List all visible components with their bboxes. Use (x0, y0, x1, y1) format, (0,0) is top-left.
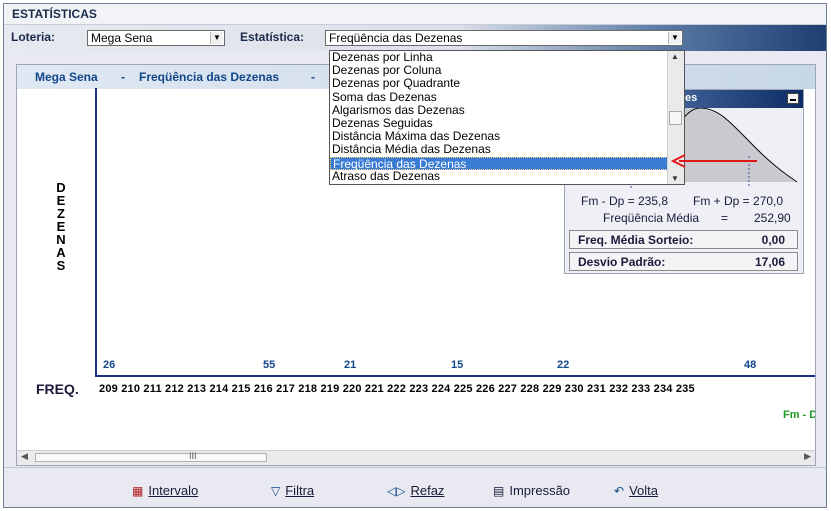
chevron-down-icon[interactable]: ▼ (210, 32, 223, 44)
window-title: ESTATÍSTICAS (12, 7, 97, 21)
scroll-right-icon[interactable]: ▶ (804, 451, 811, 462)
gauss-panel-title: es (685, 92, 698, 104)
minimize-icon[interactable] (787, 93, 799, 104)
impressao-button-label: Impressão (509, 483, 571, 498)
refaz-button[interactable]: ◁▷ Refaz (387, 483, 444, 498)
filtra-button[interactable]: ▽ Filtra (271, 483, 314, 498)
scroll-down-icon[interactable]: ▼ (671, 174, 679, 183)
chart-header-separator: - (121, 70, 125, 84)
dropdown-item[interactable]: Distância Média das Dezenas (330, 143, 668, 156)
loteria-select-value: Mega Sena (91, 31, 153, 45)
freq-count-label: 22 (557, 359, 570, 371)
chart-header-loteria: Mega Sena (35, 70, 98, 84)
fm-minus-dp-text: Fm - Dp = 235,8 (581, 194, 669, 208)
window-titlebar: ESTATÍSTICAS (4, 4, 826, 25)
volta-button-label: Volta (629, 483, 658, 498)
stat-row-label: Desvio Padrão: (578, 255, 666, 269)
scroll-up-icon[interactable]: ▲ (671, 52, 679, 61)
estatistica-select-value: Freqüência das Dezenas (329, 31, 463, 45)
filter-toolbar: Loteria: Mega Sena ▼ Estatística: Freqüê… (4, 25, 826, 51)
fm-minus-dp-marker: Fm - Dp (783, 409, 815, 421)
freq-media-label: Freqüência Média (603, 211, 700, 225)
stat-row-value: 17,06 (754, 255, 785, 269)
y-axis-letter: S (56, 258, 66, 273)
dropdown-scroll-thumb[interactable] (669, 111, 682, 125)
dropdown-item[interactable]: Freqüência das Dezenas (330, 156, 668, 170)
refaz-button-label: Refaz (410, 483, 445, 498)
chart-header-separator: - (311, 70, 315, 84)
freq-count-label: 48 (744, 359, 757, 371)
horizontal-scrollbar[interactable]: ◀ III ▶ (17, 450, 815, 465)
volta-button[interactable]: ↶ Volta (614, 483, 658, 498)
red-arrow-annotation (670, 154, 757, 168)
impressao-button[interactable]: ▤ Impressão (493, 483, 570, 498)
printer-icon: ▤ (493, 484, 505, 498)
dropdown-item[interactable]: Dezenas por Quadrante (330, 77, 668, 90)
y-axis-label: D E Z E N A S (47, 181, 75, 272)
loteria-select[interactable]: Mega Sena ▼ (87, 30, 225, 46)
dropdown-item[interactable]: Atraso das Dezenas (330, 169, 668, 183)
freq-count-label: 21 (344, 359, 357, 371)
interval-icon: ▦ (132, 484, 144, 498)
dropdown-item[interactable]: Soma das Dezenas (330, 90, 668, 104)
dropdown-items: Dezenas por Linha Dezenas por Coluna Dezen… (330, 50, 668, 183)
action-bar: ▦ Intervalo ▽ Filtra ◁▷ Refaz ▤ Impressão ↶ V… (4, 467, 826, 507)
back-arrow-icon: ↶ (614, 484, 625, 498)
freq-count-label: 15 (451, 359, 464, 371)
freq-media-value: 252,90 (754, 211, 791, 225)
estatistica-dropdown-list[interactable]: Dezenas por Linha Dezenas por Coluna Dezen… (329, 50, 685, 185)
scrollbar-thumb[interactable]: III (35, 451, 267, 462)
dropdown-item[interactable]: Algarismos das Dezenas (330, 103, 668, 117)
stat-row-value: 0,00 (761, 233, 785, 247)
freq-values-row: 209 210 211 212 213 214 215 216 217 218 … (99, 383, 695, 395)
y-axis-line (95, 88, 97, 376)
stat-row: Desvio Padrão: 17,06 (569, 252, 798, 271)
x-axis-line (95, 375, 815, 377)
filter-icon: ▽ (271, 484, 281, 498)
freq-row-label: FREQ. (36, 381, 79, 397)
fm-plus-dp-text: Fm + Dp = 270,0 (693, 194, 784, 208)
stat-row: Freq. Média Sorteio: 0,00 (569, 230, 798, 249)
freq-count-label: 55 (263, 359, 276, 371)
scroll-left-icon[interactable]: ◀ (21, 451, 28, 462)
loteria-label: Loteria: (11, 30, 56, 44)
estatistica-label: Estatística: (240, 30, 305, 44)
scrollbar-grip: III (189, 451, 197, 461)
estatistica-select[interactable]: Freqüência das Dezenas ▼ (325, 30, 683, 46)
filtra-button-label: Filtra (285, 483, 315, 498)
redo-icon: ◁▷ (387, 484, 406, 498)
freq-media-equals: = (721, 211, 729, 225)
intervalo-button[interactable]: ▦ Intervalo (132, 483, 198, 498)
chevron-down-icon[interactable]: ▼ (668, 32, 681, 44)
statistics-window: ESTATÍSTICAS Loteria: Mega Sena ▼ Estatí… (3, 3, 827, 508)
stat-row-label: Freq. Média Sorteio: (578, 233, 694, 247)
freq-count-label: 26 (103, 359, 116, 371)
chart-header-stat: Freqüência das Dezenas (139, 70, 280, 84)
intervalo-button-label: Intervalo (148, 483, 199, 498)
